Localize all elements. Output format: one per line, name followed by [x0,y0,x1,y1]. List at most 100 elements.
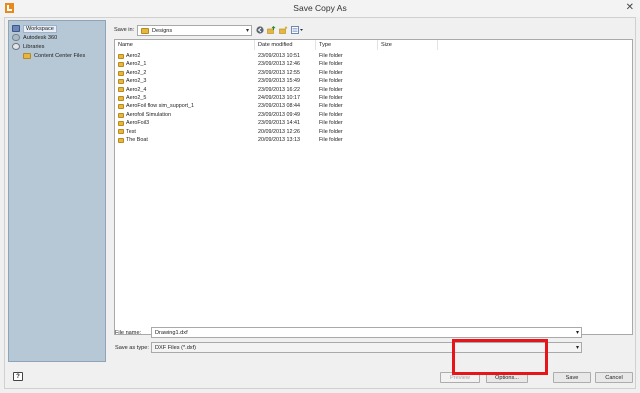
date-modified-cell: 23/09/2013 09:49 [258,111,300,118]
folder-icon [23,52,31,59]
file-name-text: AeroFoil3 [126,120,150,127]
save-as-type-label: Save as type: [115,345,149,351]
window-title: Save Copy As [293,3,347,13]
view-menu-icon[interactable] [290,25,304,35]
folder-icon [118,95,124,101]
folder-icon [118,70,124,76]
list-item[interactable]: AeroFoil flow sim_support_1 23/09/2013 08… [115,102,385,110]
file-name-field[interactable]: Drawing1.dxf ▾ [151,327,582,338]
title-bar: Save Copy As ✕ [0,0,640,17]
sidebar-item-label: Libraries [23,43,45,50]
sidebar-item-libraries[interactable]: Libraries [12,42,44,51]
file-name-cell: Aero2_1 [118,60,146,68]
date-modified-cell: 23/09/2013 16:22 [258,86,300,93]
date-modified-cell: 24/09/2013 10:17 [258,95,300,101]
save-in-dropdown[interactable]: Designs ▾ [137,25,252,36]
file-name-cell: Aero2_5 [118,94,146,102]
save-button[interactable]: Save [553,372,591,383]
file-name-text: Aero2_2 [126,69,147,76]
workspace-icon [12,25,20,32]
up-folder-icon[interactable] [266,25,276,35]
list-item[interactable]: Aerofoil Simulation 23/09/2013 09:49 File … [115,111,385,119]
list-item[interactable]: Aero2_5 24/09/2013 10:17 File folder [115,94,385,102]
type-cell: File folder [319,128,343,135]
file-name-cell: AeroFoil flow sim_support_1 [118,102,194,110]
date-modified-cell: 20/09/2013 13:13 [258,137,300,143]
list-item[interactable]: AeroFoil3 23/09/2013 14:41 File folder [115,119,385,127]
chevron-down-icon[interactable]: ▾ [576,328,579,338]
file-name-text: Aero2_5 [126,95,147,101]
file-name-cell: Aero2_4 [118,86,146,94]
type-cell: File folder [319,103,343,110]
sidebar-item-label: Workspace [23,24,57,33]
file-name-text: The Boat [126,137,148,143]
list-item[interactable]: Aero2_4 23/09/2013 16:22 File folder [115,86,385,94]
date-modified-cell: 23/09/2013 12:55 [258,69,300,76]
column-header-size[interactable]: Size [378,40,438,50]
list-item[interactable]: Test 20/09/2013 12:26 File folder [115,128,385,136]
autodesk-360-icon [12,34,20,41]
folder-icon [118,137,124,143]
type-cell: File folder [319,86,343,93]
file-name-cell: The Boat [118,136,148,144]
date-modified-cell: 23/09/2013 14:41 [258,120,300,127]
list-item[interactable]: Aero2 23/09/2013 10:51 File folder [115,52,385,60]
folder-icon [118,53,124,59]
sidebar-item-content-center-files[interactable]: Content Center Files [23,51,85,60]
file-name-cell: AeroFoil3 [118,119,149,127]
sidebar-item-workspace[interactable]: Workspace [12,24,57,33]
folder-icon [118,129,124,135]
file-name-cell: Aero2 [118,52,140,60]
date-modified-cell: 23/09/2013 12:46 [258,61,300,68]
file-name-value: Drawing1.dxf [155,330,188,336]
folder-icon [118,104,124,110]
file-name-text: Aerofoil Simulation [126,111,171,118]
folder-icon [118,87,124,93]
type-cell: File folder [319,120,343,127]
list-item[interactable]: Aero2_3 23/09/2013 15:49 File folder [115,77,385,85]
libraries-icon [12,43,20,50]
help-button[interactable]: ? [13,372,23,381]
list-item[interactable]: Aero2_2 23/09/2013 12:55 File folder [115,69,385,77]
list-item[interactable]: The Boat 20/09/2013 13:13 File folder [115,136,385,144]
cancel-button[interactable]: Cancel [595,372,633,383]
save-in-value: Designs [152,27,173,34]
sidebar-item-label: Autodesk 360 [23,34,58,41]
type-cell: File folder [319,78,343,85]
folder-icon [118,62,124,68]
folder-icon [141,27,149,34]
file-name-text: Aero2_3 [126,78,147,85]
file-list[interactable]: Name ^ Date modified Type Size Aero2 23/0… [114,39,633,335]
date-modified-cell: 23/09/2013 15:49 [258,78,300,85]
folder-icon [118,120,124,126]
folder-icon [118,112,124,118]
sidebar-item-autodesk-360[interactable]: Autodesk 360 [12,33,57,42]
file-name-text: Test [126,128,136,135]
file-name-cell: Aero2_2 [118,69,146,77]
sidebar-item-label: Content Center Files [34,52,86,59]
chevron-down-icon: ▾ [575,345,579,351]
file-name-cell: Aero2_3 [118,77,146,85]
type-cell: File folder [319,69,343,76]
type-cell: File folder [319,111,343,118]
type-cell: File folder [319,61,343,68]
chevron-down-icon: ▾ [245,28,249,34]
new-folder-icon[interactable] [278,25,288,35]
type-cell: File folder [319,95,343,101]
date-modified-cell: 23/09/2013 10:51 [258,53,300,59]
column-header-date[interactable]: Date modified [255,40,316,50]
date-modified-cell: 23/09/2013 08:44 [258,103,300,110]
file-name-text: Aero2_1 [126,61,147,68]
date-modified-cell: 20/09/2013 12:26 [258,128,300,135]
folder-icon [118,78,124,84]
close-icon[interactable]: ✕ [626,2,634,14]
back-icon[interactable] [255,25,265,35]
list-item[interactable]: Aero2_1 23/09/2013 12:46 File folder [115,60,385,68]
options-highlight-box [452,339,548,375]
save-as-type-value: DXF Files (*.dxf) [155,345,197,351]
type-cell: File folder [319,53,343,59]
file-name-text: AeroFoil flow sim_support_1 [126,103,195,110]
column-header-type[interactable]: Type [316,40,378,50]
file-name-text: Aero2_4 [126,86,147,93]
file-name-text: Aero2 [126,53,141,59]
